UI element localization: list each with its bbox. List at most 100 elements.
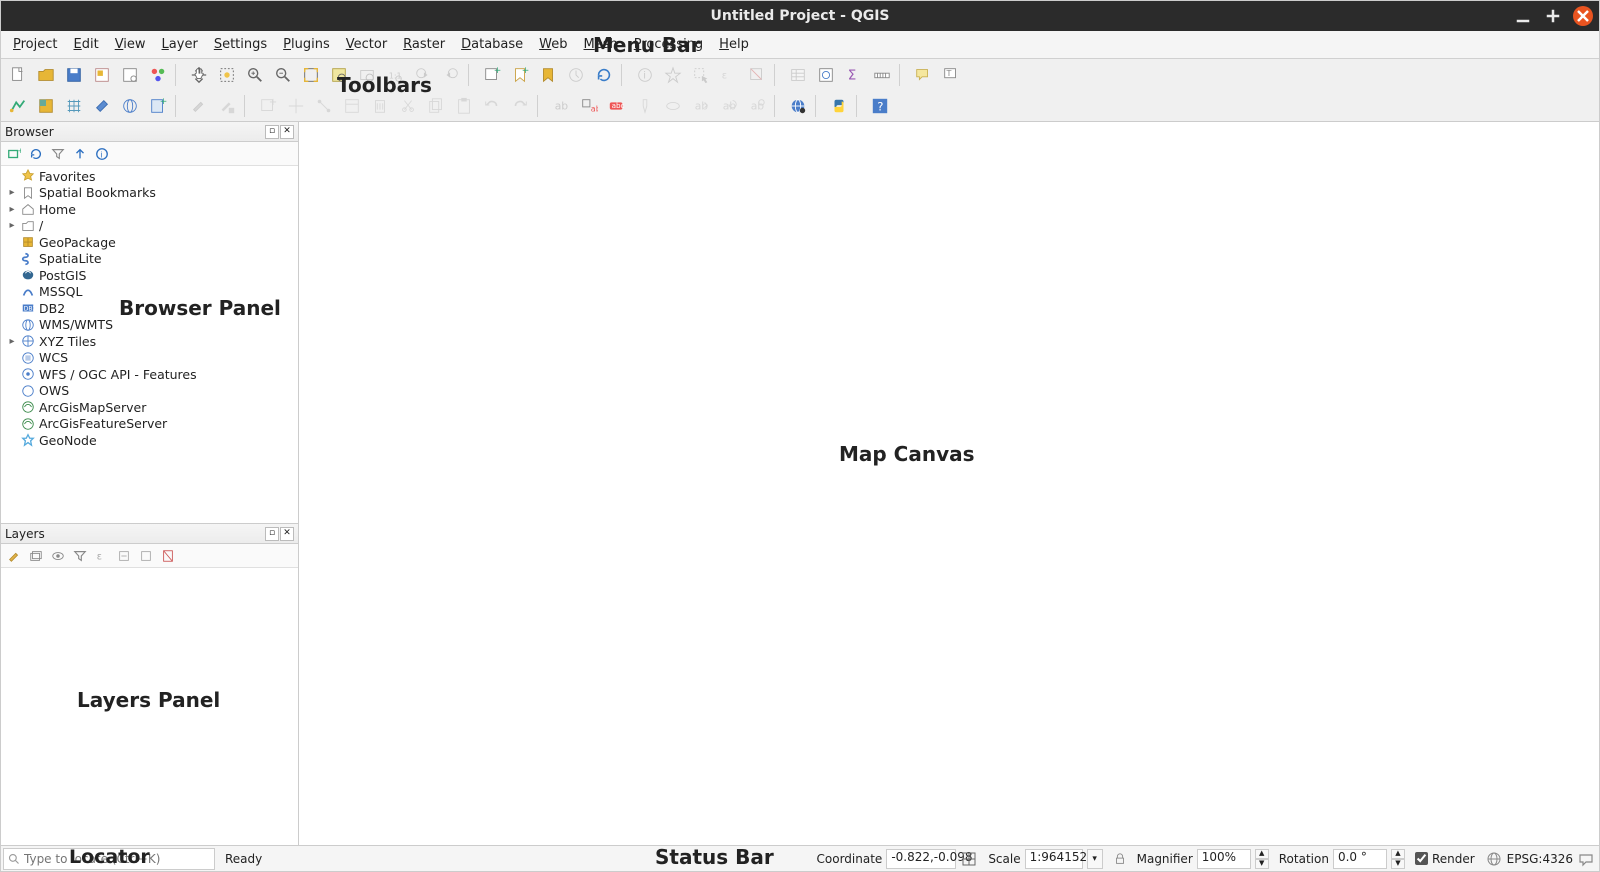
magnifier-input[interactable]: 100% bbox=[1197, 849, 1251, 869]
rotation-spinner[interactable]: ▲▼ bbox=[1391, 849, 1405, 869]
browser-refresh-icon[interactable] bbox=[27, 145, 45, 163]
menu-raster[interactable]: Raster bbox=[395, 35, 453, 54]
menu-vector[interactable]: Vector bbox=[338, 35, 395, 54]
menu-processing[interactable]: Processing bbox=[626, 35, 711, 54]
pan-to-selection-icon[interactable] bbox=[214, 62, 240, 88]
layers-visibility-icon[interactable] bbox=[49, 547, 67, 565]
menu-mesh[interactable]: Mesh bbox=[576, 35, 626, 54]
layers-filter-legend-icon[interactable] bbox=[71, 547, 89, 565]
print-layout-icon[interactable] bbox=[89, 62, 115, 88]
zoom-in-icon[interactable] bbox=[242, 62, 268, 88]
magnifier-spinner[interactable]: ▲▼ bbox=[1255, 849, 1269, 869]
new-bookmark-icon[interactable]: + bbox=[507, 62, 533, 88]
new-shapefile-icon[interactable]: + bbox=[145, 93, 171, 119]
expand-arrow[interactable]: ▸ bbox=[7, 204, 17, 215]
show-bookmarks-icon[interactable] bbox=[535, 62, 561, 88]
menu-edit[interactable]: Edit bbox=[66, 35, 107, 54]
maptips-icon[interactable] bbox=[910, 62, 936, 88]
browser-item-wms-wmts[interactable]: WMS/WMTS bbox=[1, 317, 298, 334]
browser-collapse-icon[interactable] bbox=[71, 145, 89, 163]
browser-item-favorites[interactable]: Favorites bbox=[1, 168, 298, 185]
maximize-button[interactable] bbox=[1543, 6, 1563, 26]
minimize-button[interactable] bbox=[1513, 6, 1533, 26]
menu-settings[interactable]: Settings bbox=[206, 35, 275, 54]
metasearch-icon[interactable] bbox=[785, 93, 811, 119]
toggle-extents-icon[interactable] bbox=[960, 850, 978, 868]
render-checkbox[interactable] bbox=[1415, 852, 1428, 865]
expand-arrow[interactable]: ▸ bbox=[7, 220, 17, 231]
browser-properties-icon[interactable]: i bbox=[93, 145, 111, 163]
virtual-layer-icon[interactable] bbox=[89, 93, 115, 119]
browser-item-wcs[interactable]: WCS bbox=[1, 350, 298, 367]
menu-project[interactable]: Project bbox=[5, 35, 66, 54]
layers-add-group-icon[interactable] bbox=[27, 547, 45, 565]
map-canvas[interactable]: Map Canvas bbox=[299, 122, 1599, 845]
layers-style-icon[interactable] bbox=[5, 547, 23, 565]
browser-panel-header[interactable]: Browser ▫ ✕ bbox=[1, 122, 298, 142]
zoom-out-icon[interactable] bbox=[270, 62, 296, 88]
locator[interactable] bbox=[3, 848, 215, 870]
statistics-icon[interactable]: Σ bbox=[841, 62, 867, 88]
measure-icon[interactable] bbox=[869, 62, 895, 88]
menu-view[interactable]: View bbox=[107, 35, 154, 54]
layers-panel-header[interactable]: Layers ▫ ✕ bbox=[1, 524, 298, 544]
browser-item-arcgisfeatureserver[interactable]: ArcGisFeatureServer bbox=[1, 416, 298, 433]
browser-item-arcgismapserver[interactable]: ArcGisMapServer bbox=[1, 399, 298, 416]
save-project-icon[interactable] bbox=[61, 62, 87, 88]
layers-expand-icon[interactable] bbox=[115, 547, 133, 565]
raster-layer-icon[interactable] bbox=[33, 93, 59, 119]
browser-item-home[interactable]: ▸Home bbox=[1, 201, 298, 218]
browser-item-mssql[interactable]: MSSQL bbox=[1, 284, 298, 301]
layers-expression-icon[interactable]: ε bbox=[93, 547, 111, 565]
layers-remove-icon[interactable] bbox=[159, 547, 177, 565]
browser-item-postgis[interactable]: PostGIS bbox=[1, 267, 298, 284]
browser-item-spatialite[interactable]: SpatiaLite bbox=[1, 251, 298, 268]
menu-help[interactable]: Help bbox=[711, 35, 757, 54]
wms-layer-icon[interactable] bbox=[117, 93, 143, 119]
expand-arrow[interactable]: ▸ bbox=[7, 187, 17, 198]
browser-tree[interactable]: Favorites▸Spatial Bookmarks▸Home▸/GeoPac… bbox=[1, 166, 298, 523]
scale-input[interactable]: 1:964152 bbox=[1025, 849, 1083, 869]
layers-collapse-icon[interactable] bbox=[137, 547, 155, 565]
browser-item-geopackage[interactable]: GeoPackage bbox=[1, 234, 298, 251]
coordinate-input[interactable]: -0.822,-0.098 bbox=[886, 849, 956, 869]
refresh-icon[interactable] bbox=[591, 62, 617, 88]
rotation-input[interactable]: 0.0 ° bbox=[1333, 849, 1387, 869]
layers-panel-undock[interactable]: ▫ bbox=[265, 527, 279, 541]
new-map-view-icon[interactable]: + bbox=[479, 62, 505, 88]
browser-item-geonode[interactable]: GeoNode bbox=[1, 432, 298, 449]
browser-item-wfs-ogc-api-features[interactable]: WFS / OGC API - Features bbox=[1, 366, 298, 383]
label-diagram-icon[interactable]: ab bbox=[576, 93, 602, 119]
browser-add-layer-icon[interactable]: + bbox=[5, 145, 23, 163]
browser-panel-close[interactable]: ✕ bbox=[280, 125, 294, 139]
browser-item-db2[interactable]: DB2DB2 bbox=[1, 300, 298, 317]
menu-layer[interactable]: Layer bbox=[154, 35, 206, 54]
browser-filter-icon[interactable] bbox=[49, 145, 67, 163]
menu-web[interactable]: Web bbox=[531, 35, 575, 54]
pan-icon[interactable] bbox=[186, 62, 212, 88]
layers-panel-close[interactable]: ✕ bbox=[280, 527, 294, 541]
browser-item--[interactable]: ▸/ bbox=[1, 218, 298, 235]
crs-field[interactable]: EPSG:4326 bbox=[1485, 850, 1573, 868]
lock-scale[interactable] bbox=[1113, 852, 1127, 866]
layers-body[interactable]: Layers Panel bbox=[1, 568, 298, 845]
help-icon[interactable]: ? bbox=[867, 93, 893, 119]
annotation-icon[interactable]: T bbox=[938, 62, 964, 88]
messages-button[interactable] bbox=[1577, 850, 1595, 868]
zoom-selection-icon[interactable] bbox=[326, 62, 352, 88]
vector-layer-icon[interactable] bbox=[5, 93, 31, 119]
layout-manager-icon[interactable] bbox=[117, 62, 143, 88]
expand-arrow[interactable]: ▸ bbox=[7, 336, 17, 347]
browser-item-xyz-tiles[interactable]: ▸XYZ Tiles bbox=[1, 333, 298, 350]
browser-item-spatial-bookmarks[interactable]: ▸Spatial Bookmarks bbox=[1, 185, 298, 202]
mesh-layer-icon[interactable] bbox=[61, 93, 87, 119]
style-manager-icon[interactable] bbox=[145, 62, 171, 88]
zoom-full-icon[interactable] bbox=[298, 62, 324, 88]
label-highlight-icon[interactable]: abc bbox=[604, 93, 630, 119]
new-project-icon[interactable] bbox=[5, 62, 31, 88]
locator-input[interactable] bbox=[24, 852, 210, 866]
menu-plugins[interactable]: Plugins bbox=[275, 35, 338, 54]
field-calc-icon[interactable] bbox=[813, 62, 839, 88]
python-console-icon[interactable] bbox=[826, 93, 852, 119]
close-button[interactable] bbox=[1573, 6, 1593, 26]
